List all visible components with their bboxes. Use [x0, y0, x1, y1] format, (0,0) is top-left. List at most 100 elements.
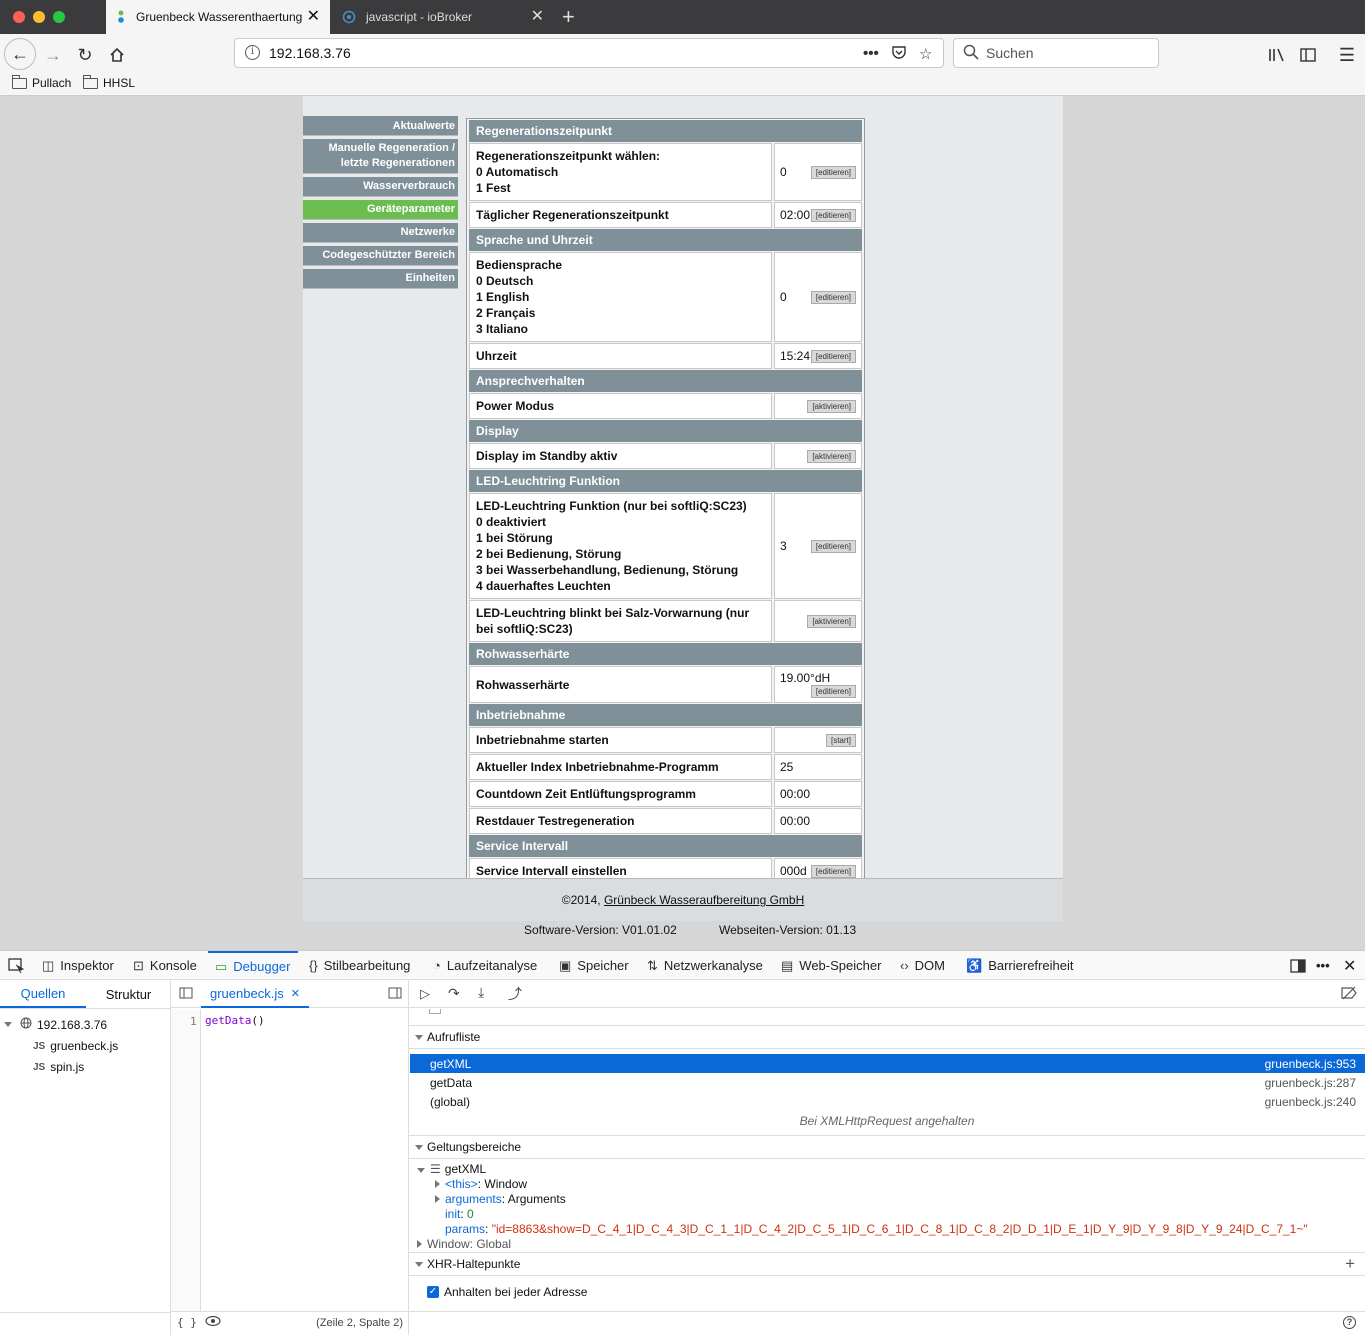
reload-icon[interactable]: ↻	[70, 40, 100, 70]
source-file-gruenbeck[interactable]: JS gruenbeck.js	[33, 1039, 118, 1053]
tab-debugger[interactable]: ▭ Debugger	[208, 951, 299, 980]
parameter-action-button[interactable]: [editieren]	[810, 539, 856, 553]
menu-item-geraeteparameter[interactable]: Geräteparameter	[303, 200, 458, 220]
bookmark-star-icon[interactable]: ☆	[919, 45, 932, 63]
editor-tab-gruenbeck[interactable]: gruenbeck.js ✕	[201, 980, 309, 1008]
eye-icon[interactable]	[205, 1315, 221, 1330]
close-tab-icon[interactable]: ✕	[531, 9, 544, 25]
menu-icon[interactable]: ☰	[1332, 40, 1362, 70]
dock-toggle-icon[interactable]	[1290, 951, 1306, 980]
page-actions-icon[interactable]: •••	[863, 45, 879, 62]
tab-laufzeitanalyse[interactable]: ◔ Laufzeitanalyse	[433, 951, 537, 980]
tab-speicher[interactable]: ▣ Speicher	[559, 951, 629, 980]
tab-stilbearbeitung[interactable]: {} Stilbearbeitung	[309, 951, 410, 980]
scopes-header[interactable]: Geltungsbereiche	[409, 1135, 1365, 1159]
add-xhr-breakpoint-icon[interactable]: +	[1345, 1254, 1355, 1274]
menu-item-codegeschuetzt[interactable]: Codegeschützter Bereich	[303, 246, 458, 266]
xhr-breakpoint-item[interactable]: ✓ Anhalten bei jeder Adresse	[427, 1285, 587, 1299]
library-icon[interactable]	[1262, 40, 1292, 70]
bookmark-folder-pullach[interactable]: Pullach	[12, 74, 71, 90]
close-tab-icon[interactable]: ✕	[307, 9, 320, 25]
parameter-action-button[interactable]: [aktivieren]	[807, 449, 856, 463]
url-bar[interactable]: i 192.168.3.76 ••• ☆	[234, 38, 944, 68]
site-info-icon[interactable]: i	[245, 45, 260, 60]
tab-gruenbeck[interactable]: Gruenbeck Wasserenthaertung ✕	[106, 0, 330, 34]
parameter-action-button[interactable]: [editieren]	[810, 685, 856, 698]
bookmark-folder-hhsl[interactable]: HHSL	[83, 74, 135, 90]
close-devtools-icon[interactable]: ✕	[1343, 951, 1356, 980]
callstack-frame[interactable]: (global) gruenbeck.js:240	[410, 1092, 1365, 1111]
parameter-action-button[interactable]: [start]	[825, 733, 856, 747]
section-header: Rohwasserhärte	[469, 643, 862, 665]
resume-icon[interactable]: ▷	[420, 986, 430, 1002]
pretty-print-icon[interactable]: { }	[177, 1316, 197, 1329]
tab-quellen[interactable]: Quellen	[0, 980, 86, 1008]
help-icon[interactable]: ?	[1343, 1316, 1356, 1329]
scope-var-arguments[interactable]: arguments: Arguments	[435, 1192, 566, 1206]
label-line: Restdauer Testregeneration	[476, 814, 635, 828]
parameter-action-button[interactable]: [editieren]	[810, 864, 856, 878]
parameter-value: 00:00	[780, 787, 811, 801]
search-input[interactable]: Suchen	[953, 38, 1159, 68]
toggle-panes-icon[interactable]	[388, 987, 402, 1002]
tab-web-speicher[interactable]: ▤ Web-Speicher	[781, 951, 881, 980]
callstack-frame[interactable]: getData gruenbeck.js:287	[410, 1073, 1365, 1092]
home-icon[interactable]	[102, 40, 132, 70]
step-out-icon[interactable]: ⤴	[508, 984, 522, 1004]
step-over-icon[interactable]: ↷	[448, 985, 460, 1002]
xhr-breakpoints-header[interactable]: XHR-Haltepunkte +	[409, 1252, 1365, 1276]
tab-label: Web-Speicher	[799, 958, 882, 973]
checkbox-checked-icon[interactable]: ✓	[427, 1286, 439, 1298]
new-tab-icon[interactable]: +	[562, 4, 575, 30]
deactivate-breakpoints-icon[interactable]	[1341, 986, 1357, 1003]
source-file-spin[interactable]: JS spin.js	[33, 1060, 84, 1074]
close-window-button[interactable]	[13, 11, 25, 23]
parameter-row: Bediensprache 0 Deutsch 1 English 2 Françai…	[469, 252, 862, 342]
scope-var-this[interactable]: <this>: Window	[435, 1177, 527, 1191]
zoom-window-button[interactable]	[53, 11, 65, 23]
tab-title: Gruenbeck Wasserenthaertung	[136, 10, 303, 24]
scope-window[interactable]: Window: Global	[417, 1237, 511, 1251]
callstack-header[interactable]: Aufrufliste	[409, 1025, 1365, 1049]
parameter-action-button[interactable]: [editieren]	[810, 349, 856, 363]
scope-var-init[interactable]: init: 0	[445, 1207, 474, 1221]
parameter-action-button[interactable]: [aktivieren]	[807, 614, 856, 628]
parameter-action-button[interactable]: [editieren]	[810, 290, 856, 304]
menu-item-einheiten[interactable]: Einheiten	[303, 269, 458, 289]
element-picker-icon[interactable]	[8, 951, 24, 980]
menu-item-manuelle-regeneration[interactable]: Manuelle Regeneration / letzte Regenerat…	[303, 139, 458, 174]
parameter-value-cell: 00:00	[774, 781, 862, 807]
tab-struktur[interactable]: Struktur	[86, 980, 171, 1008]
pocket-icon[interactable]	[891, 45, 907, 64]
tab-netzwerkanalyse[interactable]: ⇅ Netzwerkanalyse	[647, 951, 763, 980]
parameter-action-button[interactable]: [aktivieren]	[807, 399, 856, 413]
company-link[interactable]: Grünbeck Wasseraufbereitung GmbH	[604, 893, 804, 907]
menu-item-wasserverbrauch[interactable]: Wasserverbrauch	[303, 177, 458, 197]
code-line[interactable]: getData()	[205, 1014, 265, 1027]
back-icon[interactable]: ←	[4, 38, 36, 70]
more-options-icon[interactable]: •••	[1316, 951, 1330, 980]
sidebar-icon[interactable]	[1293, 40, 1323, 70]
parameter-action-button[interactable]: [editieren]	[810, 208, 856, 222]
tab-dom[interactable]: ‹› DOM	[900, 951, 945, 980]
tab-konsole[interactable]: ⊡ Konsole	[133, 951, 197, 980]
js-file-icon: JS	[33, 1061, 46, 1073]
toggle-sources-icon[interactable]	[179, 987, 193, 1002]
menu-item-aktualwerte[interactable]: Aktualwerte	[303, 116, 458, 136]
tab-inspektor[interactable]: ◫ Inspektor	[42, 951, 114, 980]
var-value: 0	[467, 1207, 474, 1221]
callstack-frame[interactable]: getXML gruenbeck.js:953	[410, 1054, 1365, 1073]
scope-function[interactable]: ☰ getXML	[417, 1162, 486, 1176]
step-in-icon[interactable]: ⤓	[478, 984, 484, 1001]
forward-icon[interactable]: →	[38, 40, 68, 70]
close-editor-tab-icon[interactable]: ✕	[291, 987, 300, 1000]
scope-var-params[interactable]: params: "id=8863&show=D_C_4_1|D_C_4_3|D_…	[445, 1222, 1308, 1236]
parameter-value: 0	[780, 165, 787, 179]
minimize-window-button[interactable]	[33, 11, 45, 23]
label-line: Rohwasserhärte	[476, 677, 570, 692]
parameter-action-button[interactable]: [editieren]	[810, 165, 856, 179]
menu-item-netzwerke[interactable]: Netzwerke	[303, 223, 458, 243]
tab-iobroker[interactable]: javascript - ioBroker ✕	[332, 0, 554, 34]
tab-barrierefreiheit[interactable]: ♿ Barrierefreiheit	[966, 951, 1073, 980]
source-host[interactable]: 192.168.3.76	[4, 1017, 107, 1032]
